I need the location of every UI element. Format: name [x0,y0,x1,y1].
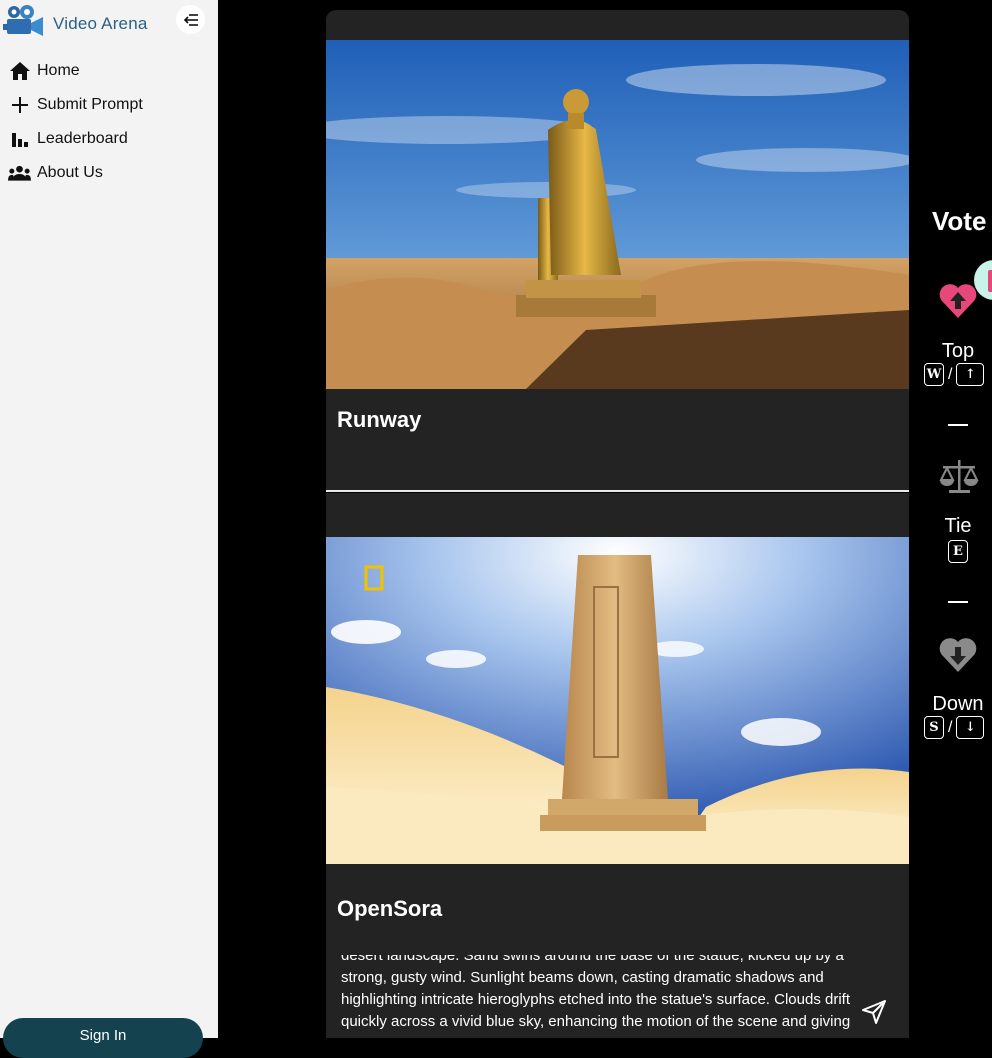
video-player-a[interactable] [326,40,909,389]
send-icon[interactable] [860,998,888,1026]
sidebar-item-leaderboard[interactable]: Leaderboard [8,122,143,156]
vote-down-shortcuts: S / ↓ [924,716,985,739]
scale-icon [939,458,979,501]
video-camera-logo-icon [3,4,45,43]
bar-chart-icon [8,128,31,151]
vote-top-shortcuts: W / ↑ [924,363,985,386]
card-divider [326,490,909,492]
shortcut-separator: / [948,718,953,736]
brand[interactable]: Video Arena [3,4,148,43]
group-icon [8,162,31,185]
heart-down-icon [938,634,978,679]
sidebar-item-about-us[interactable]: About Us [8,156,143,190]
sidebar: Video Arena Home Submit Prompt Leaderboa… [0,0,218,1058]
vote-down-button[interactable]: Down S / ↓ [918,634,992,744]
prompt-line: strong, gusty wind. Sunlight beams down,… [341,969,824,986]
video-player-b[interactable] [326,537,909,864]
obelisk-video-frame [326,537,909,864]
shortcut-key-s: S [924,716,944,739]
shortcut-key-down: ↓ [956,716,985,739]
sidebar-item-label: Leaderboard [37,130,128,147]
sidebar-item-submit-prompt[interactable]: Submit Prompt [8,88,143,122]
golden-statue-video-frame [326,40,909,389]
prompt-text: desert landscape. Sand swirls around the… [341,955,851,1038]
prompt-line: quickly across a vivid blue sky, enhanci… [341,1013,851,1030]
vote-down-label: Down [932,693,984,715]
shortcut-key-e: E [948,540,968,563]
vote-top-button[interactable]: Top W / ↑ [918,280,992,390]
model-name-a: Runway [337,407,422,432]
vote-separator-dash [948,424,968,426]
heart-up-icon [938,280,978,325]
comparison-panel: Runway OpenSora desert landscape. Sand s… [326,10,909,1038]
vote-top-label: Top [941,340,975,362]
shortcut-key-up: ↑ [956,363,985,386]
collapse-arrow-icon [183,13,198,26]
sidebar-item-label: Home [37,62,80,79]
video-card-a: Runway [326,10,909,491]
plus-icon [8,94,31,117]
vote-tie-button[interactable]: Tie E [918,458,992,568]
vote-separator-dash [948,601,968,603]
sidebar-item-label: About Us [37,164,103,181]
sidebar-item-home[interactable]: Home [8,54,143,88]
shortcut-key-w: W [924,363,944,386]
shortcut-separator: / [948,365,953,383]
model-name-b: OpenSora [337,896,443,921]
prompt-line: highlighting intricate hieroglyphs etche… [341,991,850,1008]
collapse-sidebar-button[interactable] [176,5,205,34]
vote-tie-label: Tie [944,515,972,537]
sidebar-nav: Home Submit Prompt Leaderboard About Us [8,54,143,190]
sidebar-item-label: Submit Prompt [37,96,143,113]
vote-title: Vote [932,206,987,236]
sign-in-button[interactable]: Sign In [3,1018,203,1058]
brand-name: Video Arena [53,13,148,33]
video-card-b: OpenSora desert landscape. Sand swirls a… [326,493,909,1038]
prompt-line: desert landscape. Sand swirls around the… [341,955,844,964]
home-icon [8,60,31,83]
vote-tie-shortcuts: E [948,540,968,563]
